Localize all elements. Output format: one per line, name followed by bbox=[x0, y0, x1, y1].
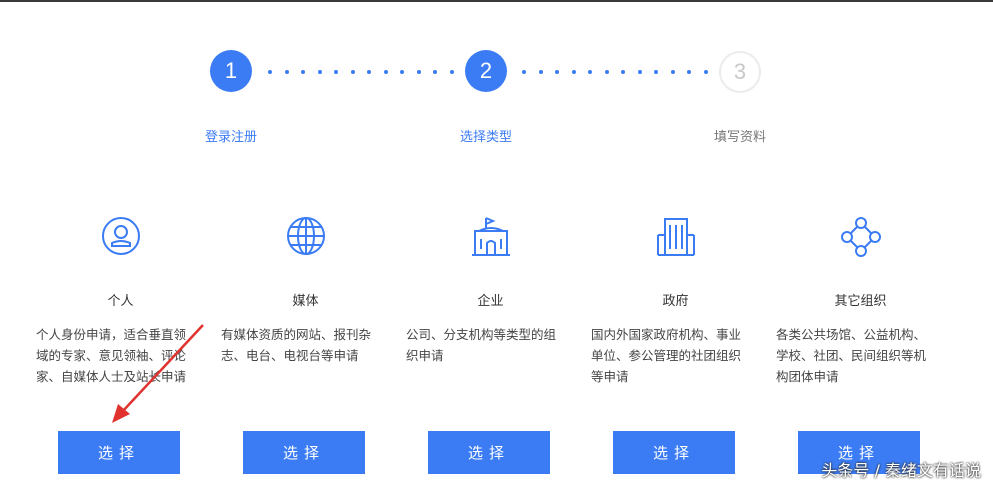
network-nodes-icon bbox=[768, 215, 953, 265]
card-enterprise: 企业 公司、分支机构等类型的组织申请 选择 bbox=[398, 210, 583, 480]
card-description: 国内外国家政府机构、事业单位、参公管理的社团组织等申请 bbox=[591, 327, 742, 384]
card-other-org: 其它组织 各类公共场馆、公益机构、学校、社团、民间组织等机构团体申请 选择 bbox=[768, 210, 953, 480]
step-3-label: 填写资料 bbox=[713, 130, 766, 145]
card-description: 有媒体资质的网站、报刊杂志、电台、电视台等申请 bbox=[221, 327, 372, 363]
step-2-circle: 2 bbox=[465, 50, 507, 92]
card-description: 公司、分支机构等类型的组织申请 bbox=[406, 327, 557, 363]
step-connector-1 bbox=[268, 70, 454, 74]
card-government: 政府 国内外国家政府机构、事业单位、参公管理的社团组织等申请 选择 bbox=[583, 210, 768, 480]
step-1-label: 登录注册 bbox=[204, 130, 257, 145]
step-1-number: 1 bbox=[224, 58, 238, 83]
card-description: 各类公共场馆、公益机构、学校、社团、民间组织等机构团体申请 bbox=[776, 327, 927, 384]
select-media-button[interactable]: 选择 bbox=[243, 431, 365, 474]
card-title: 媒体 bbox=[292, 294, 319, 309]
step-3-circle: 3 bbox=[719, 51, 761, 93]
watermark: 头条号 / 秦绪文有话说 bbox=[821, 461, 981, 480]
step-2-label: 选择类型 bbox=[459, 130, 512, 145]
card-personal: 个人 个人身份申请，适合垂直领域的专家、意见领袖、评论家、自媒体人士及站长申请 … bbox=[28, 210, 213, 480]
card-title: 企业 bbox=[477, 294, 504, 309]
select-government-button[interactable]: 选择 bbox=[613, 431, 735, 474]
step-2-number: 2 bbox=[479, 58, 493, 83]
card-title: 政府 bbox=[662, 294, 689, 309]
card-title: 其它组织 bbox=[834, 294, 887, 309]
card-title: 个人 bbox=[107, 294, 134, 309]
select-personal-button[interactable]: 选择 bbox=[58, 431, 180, 474]
government-building-icon bbox=[583, 215, 768, 265]
step-connector-2 bbox=[522, 70, 708, 74]
enterprise-building-icon bbox=[398, 215, 583, 265]
card-description: 个人身份申请，适合垂直领域的专家、意见领袖、评论家、自媒体人士及站长申请 bbox=[36, 327, 187, 384]
select-enterprise-button[interactable]: 选择 bbox=[428, 431, 550, 474]
step-1-circle: 1 bbox=[210, 50, 252, 92]
globe-icon bbox=[213, 215, 398, 265]
top-border bbox=[0, 0, 993, 2]
step-3-number: 3 bbox=[733, 59, 747, 84]
person-icon bbox=[28, 215, 213, 265]
card-media: 媒体 有媒体资质的网站、报刊杂志、电台、电视台等申请 选择 bbox=[213, 210, 398, 480]
